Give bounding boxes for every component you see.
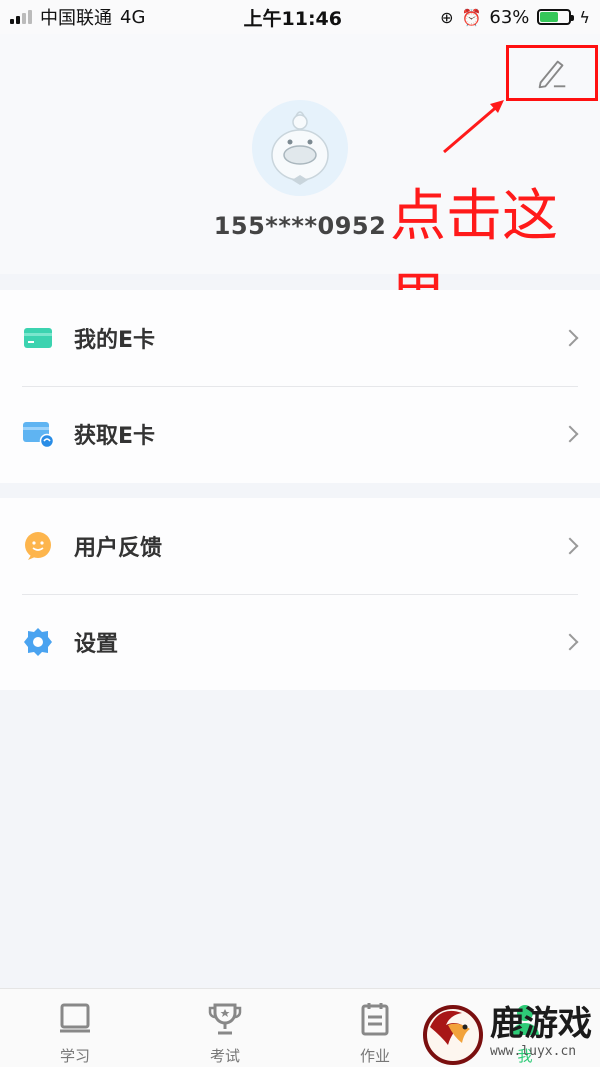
menu-label: 我的E卡 [74,328,156,353]
chevron-right-icon [561,633,579,651]
carrier-name: 中国联通 [40,8,112,29]
watermark: 鹿游戏 www.luyx.cn [418,996,600,1067]
menu-label: 获取E卡 [74,424,156,449]
signal-icon [10,10,32,24]
get-card-icon [22,418,54,450]
avatar[interactable] [252,100,348,196]
status-right: ⊕ ⏰ 63% ϟ [440,7,590,28]
notepad-icon [355,999,395,1039]
tab-label: 作业 [359,1047,390,1065]
tab-exam[interactable]: 考试 [150,989,300,1067]
card-icon [22,322,54,354]
menu-group-other: 用户反馈 设置 [0,498,600,690]
menu-group-card: 我的E卡 获取E卡 [0,290,600,483]
battery-icon [537,9,575,25]
trophy-icon [205,999,245,1039]
tab-study[interactable]: 学习 [0,989,150,1067]
feedback-icon [22,530,54,562]
deer-logo-icon [423,1004,483,1065]
network-type: 4G [120,6,146,28]
tab-label: 学习 [59,1047,90,1065]
alarm-icon: ⏰ [461,7,482,27]
menu-item-feedback[interactable]: 用户反馈 [0,498,600,594]
annotation-arrow [443,100,504,154]
battery-percent: 63% [489,6,530,28]
menu-item-settings[interactable]: 设置 [0,594,600,690]
battery-fill [540,12,559,22]
phone-number: 155****0952 [213,212,387,240]
status-left: 中国联通 4G [10,4,145,30]
watermark-title: 鹿游戏 [490,1004,592,1044]
watermark-text: 鹿游戏 www.luyx.cn [490,1004,592,1059]
tab-label: 考试 [209,1047,240,1065]
pencil-icon [538,60,566,89]
menu-label: 用户反馈 [74,536,163,561]
menu-label: 设置 [74,632,119,657]
status-bar: 中国联通 4G 上午11:46 ⊕ ⏰ 63% ϟ [0,0,600,34]
charging-icon: ϟ [579,7,590,27]
chevron-right-icon [561,329,579,347]
edit-profile-button[interactable] [506,45,598,101]
rotation-lock-icon: ⊕ [440,7,454,27]
watermark-url: www.luyx.cn [490,1044,577,1059]
menu-item-my-ecard[interactable]: 我的E卡 [0,290,600,386]
clock: 上午11:46 [243,7,342,30]
menu-item-get-ecard[interactable]: 获取E卡 [0,386,600,482]
settings-icon [22,626,54,658]
book-icon [55,999,95,1039]
chevron-right-icon [561,537,579,555]
chevron-right-icon [561,425,579,443]
